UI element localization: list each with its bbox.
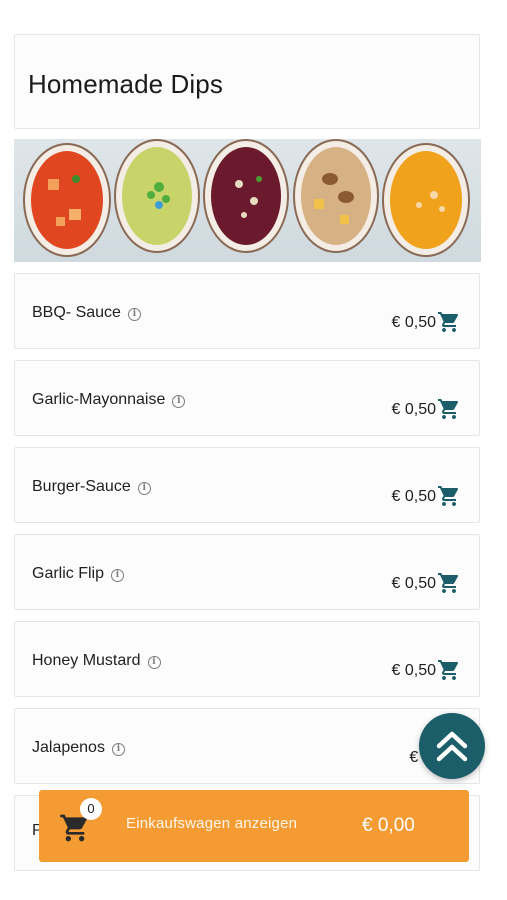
category-title: Homemade Dips — [28, 69, 223, 99]
item-price: € 0,50 — [391, 314, 436, 331]
menu-item[interactable]: Garlic Flip i € 0,50 — [14, 534, 480, 610]
item-name: BBQ- Sauce — [32, 304, 121, 321]
cart-count-badge: 0 — [80, 798, 102, 820]
item-price: € 0,50 — [391, 575, 436, 592]
cart-icon[interactable] — [437, 310, 461, 334]
info-icon[interactable]: i — [127, 308, 141, 321]
cart-icon[interactable] — [437, 484, 461, 508]
menu-item[interactable]: Honey Mustard i € 0,50 — [14, 621, 480, 697]
item-name: Jalapenos — [32, 739, 105, 756]
cart-icon[interactable] — [437, 571, 461, 595]
info-icon[interactable]: i — [137, 482, 151, 495]
item-name: Burger-Sauce — [32, 478, 131, 495]
info-icon[interactable]: i — [111, 569, 125, 582]
item-name: Garlic-Mayonnaise — [32, 391, 166, 408]
info-icon[interactable]: i — [111, 743, 125, 756]
info-icon[interactable]: i — [172, 395, 186, 408]
cart-icon[interactable] — [437, 658, 461, 682]
category-banner-image — [14, 139, 481, 262]
item-price: € 0,50 — [391, 488, 436, 505]
item-price: € 0,50 — [391, 662, 436, 679]
cart-icon[interactable] — [437, 397, 461, 421]
view-cart-button[interactable]: 0 Einkaufswagen anzeigen € 0,00 — [39, 790, 469, 862]
cart-total: € 0,00 — [362, 815, 415, 836]
scroll-to-top-button[interactable] — [419, 713, 485, 779]
menu-item[interactable]: Burger-Sauce i € 0,50 — [14, 447, 480, 523]
double-chevron-up-icon — [436, 731, 468, 762]
menu-item[interactable]: Jalapenosi € 0, — [14, 708, 480, 784]
item-name: Honey Mustard — [32, 652, 141, 669]
view-cart-label: Einkaufswagen anzeigen — [126, 815, 298, 832]
menu-item[interactable]: Garlic-Mayonnaise i € 0,50 — [14, 360, 480, 436]
item-name: Garlic Flip — [32, 565, 105, 582]
info-icon[interactable]: i — [147, 656, 161, 669]
item-price: € 0,50 — [391, 401, 436, 418]
category-header: Homemade Dips — [14, 34, 480, 129]
menu-item[interactable]: BBQ- Sauce i € 0,50 — [14, 273, 480, 349]
